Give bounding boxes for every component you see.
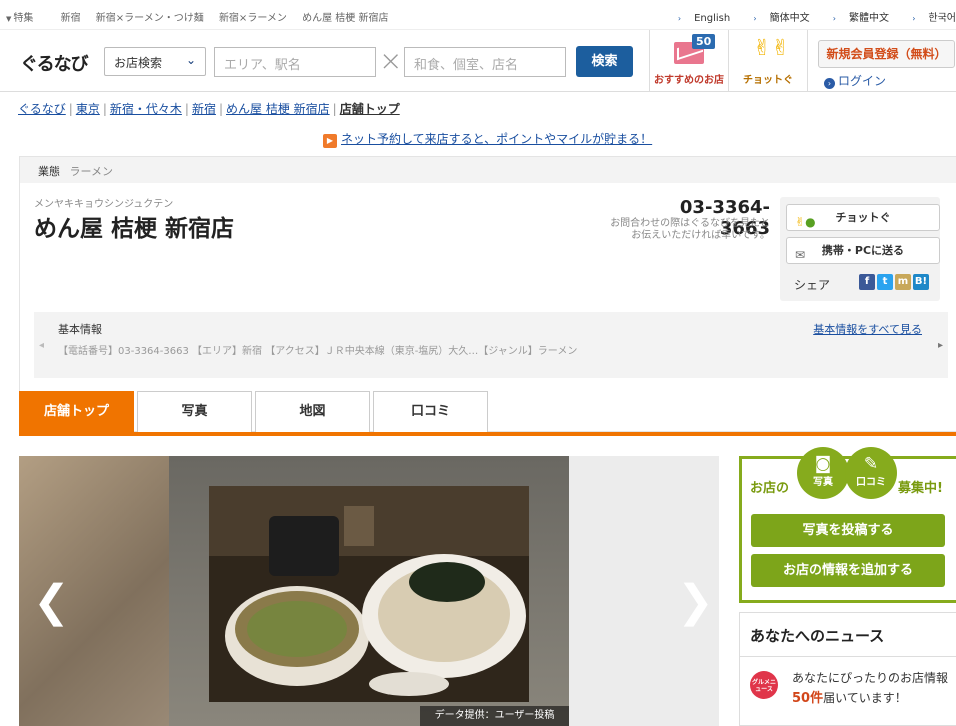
site-header: ぐるなび お店検索 ⌄ エリア、駅名 × 和食、個室、店名 検索 50 おすすめ… — [0, 30, 956, 92]
send-to-device-button[interactable]: ✉ 携帯・PCに送る — [786, 237, 940, 264]
site-logo[interactable]: ぐるなび — [20, 50, 89, 76]
ramen-photo-illustration — [209, 486, 529, 702]
photo-credit: データ提供：ユーザー投稿 — [420, 706, 569, 726]
tab-underline — [19, 432, 956, 436]
breadcrumb-item[interactable]: 東京 — [76, 102, 100, 116]
lang-korean[interactable]: › 한국어 — [902, 13, 956, 24]
keyword-input[interactable]: 和食、個室、店名 — [404, 47, 566, 77]
chevron-right-icon[interactable]: ❯ — [677, 576, 714, 627]
category-key: 業態 — [38, 165, 60, 178]
basic-info-title: 基本情報 — [58, 323, 102, 336]
review-circle: ✎ 口コミ — [845, 447, 897, 499]
cross-icon: × — [379, 44, 403, 77]
play-icon: ▶ — [323, 134, 337, 148]
photo-circle: ◙ 写真 — [797, 447, 849, 499]
breadcrumb-item[interactable]: 新宿 — [192, 102, 216, 116]
hatena-bookmark-icon[interactable]: B! — [913, 274, 929, 290]
basic-info: ◂ 基本情報 基本情報をすべて見る 【電話番号】03-3364-3663 【エリ… — [34, 312, 948, 378]
basic-info-more-link[interactable]: 基本情報をすべて見る — [813, 321, 922, 337]
lang-simplified-chinese[interactable]: › 簡体中文 — [743, 13, 809, 24]
chotto-button[interactable]: ✌✌ チョットぐ — [729, 30, 807, 92]
search-mode-value: お店検索 — [114, 56, 163, 70]
photo-carousel: データ提供：ユーザー投稿 ❮ ❯ — [19, 456, 719, 726]
top-link-feature[interactable]: ▼ 特集 — [6, 13, 45, 24]
breadcrumb-item[interactable]: めん屋 桔梗 新宿店 — [226, 102, 330, 116]
post-photo-button[interactable]: 写真を投稿する — [751, 514, 945, 547]
top-link-shop[interactable]: めん屋 桔梗 新宿店 — [302, 13, 388, 24]
tab-shop-top[interactable]: 店舗トップ — [19, 391, 134, 432]
phone-note: お問合わせの際はぐるなびを見たと お伝えいただければ幸いです。 — [610, 218, 770, 241]
contribution-box: お店の ◙ 写真 ✎ 口コミ 募集中! 写真を投稿する お店の情報を追加する — [739, 447, 956, 603]
chevron-left-icon[interactable]: ◂ — [39, 340, 44, 351]
hands-add-icon: ✌● — [795, 215, 816, 229]
lang-traditional-chinese[interactable]: › 繁體中文 — [823, 13, 889, 24]
breadcrumb-current: 店舗トップ — [339, 102, 400, 116]
top-link-ramen[interactable]: 新宿×ラーメン — [219, 13, 287, 24]
shop-name-kana: メンヤキキョウシンジュクテン — [34, 199, 174, 210]
camera-icon: ◙ — [814, 454, 832, 474]
chevron-right-icon[interactable]: ▸ — [938, 340, 943, 351]
contribution-prefix: お店の — [750, 481, 790, 496]
search-button[interactable]: 検索 — [576, 46, 633, 77]
category-bar: 業態 ラーメン — [20, 157, 956, 183]
contribution-suffix: 募集中! — [898, 481, 943, 496]
language-links: › English › 簡体中文 › 繁體中文 › 한국어 — [658, 9, 956, 24]
current-photo-frame — [169, 456, 569, 726]
chotto-save-button[interactable]: ✌● チョットぐ — [786, 204, 940, 231]
tab-map[interactable]: 地図 — [255, 391, 370, 432]
news-box: あなたへのニュース グルメニュース あなたにぴったりのお店情報 50件届いていま… — [739, 612, 956, 726]
chevron-down-icon: ⌄ — [185, 53, 196, 67]
tab-photos[interactable]: 写真 — [137, 391, 252, 432]
tab-reviews[interactable]: 口コミ — [373, 391, 488, 432]
login-link[interactable]: › ログイン — [824, 72, 886, 89]
breadcrumb: ぐるなび | 東京 | 新宿・代々木 | 新宿 | めん屋 桔梗 新宿店 | 店舗トップ — [18, 102, 400, 116]
share-icons: f t m B! — [859, 273, 931, 290]
top-link-shinjuku[interactable]: 新宿 — [61, 13, 81, 24]
breadcrumb-item[interactable]: 新宿・代々木 — [110, 102, 182, 116]
gourmet-news-icon: グルメニュース — [750, 671, 778, 699]
share-label: シェア — [794, 278, 831, 292]
shop-name: めん屋 桔梗 新宿店 — [34, 216, 235, 242]
search-mode-select[interactable]: お店検索 ⌄ — [104, 47, 206, 76]
recommend-button[interactable]: 50 おすすめのお店 — [650, 30, 728, 92]
top-links: ▼ 特集 新宿 新宿×ラーメン・つけ麺 新宿×ラーメン めん屋 桔梗 新宿店 — [6, 9, 400, 24]
chevron-right-icon: › — [677, 14, 682, 23]
breadcrumb-item[interactable]: ぐるなび — [18, 102, 66, 116]
news-line-1[interactable]: あなたにぴったりのお店情報 — [792, 669, 948, 686]
arrow-right-icon: › — [824, 78, 835, 89]
basic-info-text: 【電話番号】03-3364-3663 【エリア】新宿 【アクセス】ＪＲ中央本線（… — [58, 346, 578, 357]
shop-tabs: 店舗トップ 写真 地図 口コミ — [19, 391, 956, 436]
recommend-count-badge: 50 — [692, 34, 716, 49]
top-strip: ▼ 特集 新宿 新宿×ラーメン・つけ麺 新宿×ラーメン めん屋 桔梗 新宿店 › E… — [0, 0, 956, 30]
triangle-down-icon: ▼ — [6, 15, 12, 23]
chevron-right-icon: › — [912, 14, 916, 23]
chevron-left-icon[interactable]: ❮ — [33, 576, 70, 627]
news-count: 50件 — [792, 691, 824, 706]
twitter-icon[interactable]: t — [877, 274, 893, 290]
chevron-right-icon: › — [753, 14, 757, 23]
news-title: あなたへのニュース — [740, 613, 956, 657]
mixi-icon[interactable]: m — [895, 274, 911, 290]
category-value: ラーメン — [69, 165, 114, 178]
top-link-ramen-tsukemen[interactable]: 新宿×ラーメン・つけ麺 — [96, 13, 204, 24]
lang-english[interactable]: › English — [668, 13, 730, 24]
area-input[interactable]: エリア、駅名 — [214, 47, 376, 77]
news-line-2[interactable]: 50件届いています！ — [792, 687, 907, 706]
food-photo[interactable] — [209, 486, 529, 702]
divider — [807, 30, 808, 92]
chotto-label: チョットぐ — [743, 75, 793, 86]
hands-icon: ✌✌ — [753, 36, 790, 61]
reservation-promo-link[interactable]: ▶ ネット予約して来店すると、ポイントやマイルが貯まる！ — [323, 130, 652, 148]
add-shop-info-button[interactable]: お店の情報を追加する — [751, 554, 945, 587]
chevron-right-icon: › — [832, 14, 836, 23]
facebook-icon[interactable]: f — [859, 274, 875, 290]
register-button[interactable]: 新規会員登録（無料） — [818, 40, 955, 68]
shop-actions: ✌● チョットぐ ✉ 携帯・PCに送る シェア f t m B! — [780, 197, 940, 301]
mail-icon: ✉ — [795, 248, 806, 262]
recommend-label: おすすめのお店 — [654, 75, 724, 86]
comment-icon: ✎ — [863, 454, 879, 474]
